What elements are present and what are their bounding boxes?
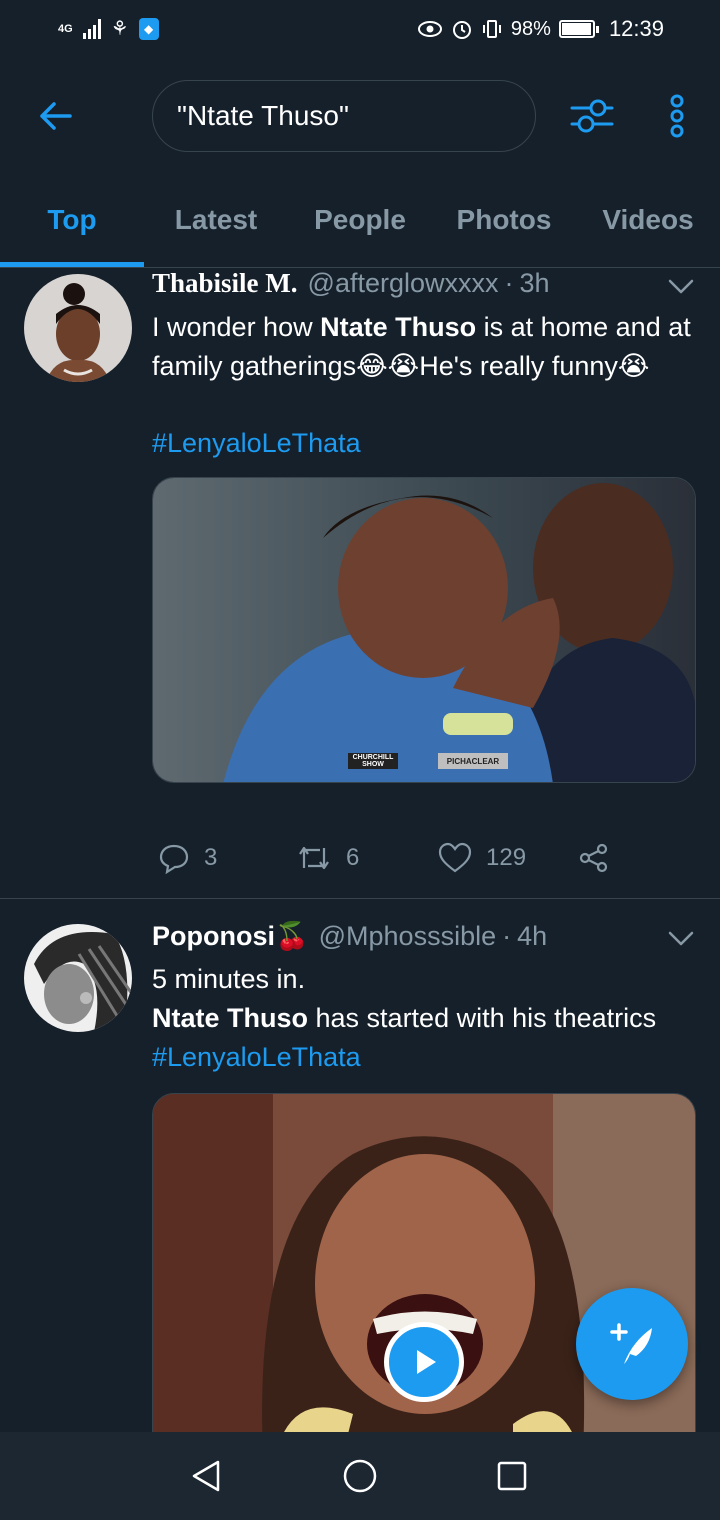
- sync-icon: ⚘: [110, 18, 129, 40]
- search-header: [0, 62, 720, 172]
- retweet-count: 6: [346, 844, 360, 871]
- tweet-text: I wonder how Ntate Thuso is at home and …: [152, 308, 696, 386]
- author-handle[interactable]: @afterglowxxxx: [308, 268, 499, 299]
- battery-icon: [558, 20, 599, 38]
- signal-icon: [82, 18, 101, 39]
- tab-people[interactable]: People: [288, 172, 432, 268]
- tab-photos[interactable]: Photos: [432, 172, 576, 268]
- play-button[interactable]: [384, 1322, 464, 1402]
- nav-back-icon[interactable]: [186, 1456, 226, 1496]
- tweet-divider: [0, 898, 720, 899]
- status-bar: 4G ⚘ ◆ 98% 12:39: [0, 0, 720, 62]
- chevron-down-icon[interactable]: [666, 274, 696, 298]
- retweet-button[interactable]: 6: [296, 838, 359, 878]
- author-handle[interactable]: @Mphosssible: [319, 921, 496, 952]
- text-highlight: Ntate Thuso: [320, 312, 477, 342]
- text-highlight: Ntate Thuso: [152, 1003, 309, 1033]
- filter-sliders-icon[interactable]: [566, 92, 618, 140]
- nav-recents-icon[interactable]: [492, 1456, 532, 1496]
- shield-icon: ◆: [138, 17, 159, 40]
- tab-videos[interactable]: Videos: [576, 172, 720, 268]
- reply-button[interactable]: 3: [158, 838, 217, 878]
- watermark: CHURCHILL SHOW: [350, 754, 396, 768]
- status-right: 98% 12:39: [417, 16, 664, 42]
- hashtag-link[interactable]: #LenyaloLeThata: [152, 1042, 361, 1072]
- like-count: 129: [486, 844, 527, 871]
- watermark-text: SHOW: [362, 761, 384, 768]
- avatar[interactable]: [24, 924, 132, 1032]
- avatar[interactable]: [24, 274, 132, 382]
- back-arrow-icon[interactable]: [36, 96, 76, 136]
- status-left: 4G ⚘ ◆: [58, 16, 159, 41]
- reply-icon: [159, 844, 189, 874]
- search-tabs: Top Latest People Photos Videos: [0, 172, 720, 268]
- chevron-down-icon[interactable]: [666, 926, 696, 950]
- tab-top[interactable]: Top: [0, 172, 144, 268]
- tweet[interactable]: Thabisile M. @afterglowxxxx · 3h I wonde…: [0, 268, 720, 898]
- author-name[interactable]: Thabisile M.: [152, 268, 298, 299]
- tweet-time: 3h: [519, 268, 550, 298]
- watermark: PICHACLEAR: [446, 757, 500, 766]
- tweet-text: 5 minutes in. Ntate Thuso has started wi…: [152, 960, 696, 1077]
- tweet-body: Thabisile M. @afterglowxxxx · 3h I wonde…: [152, 268, 696, 783]
- eye-icon: [417, 21, 442, 37]
- cherry-emoji: 🍒: [275, 921, 309, 951]
- tweet-actions: 3 6 129: [152, 838, 696, 878]
- network-type: 4G: [58, 22, 73, 35]
- share-button[interactable]: [578, 838, 610, 878]
- text-segment: has started with his theatrics: [308, 1003, 657, 1033]
- compose-tweet-button[interactable]: [576, 1288, 688, 1400]
- reply-count: 3: [204, 844, 218, 871]
- author-name[interactable]: Poponosi: [152, 921, 275, 952]
- separator: ·: [504, 268, 514, 298]
- text-line: Ntate Thuso has started with his theatri…: [152, 999, 696, 1077]
- alarm-icon: [452, 21, 471, 39]
- share-icon: [579, 843, 608, 873]
- separator: ·: [502, 921, 512, 951]
- clock: 12:39: [608, 16, 664, 41]
- nav-home-icon[interactable]: [340, 1456, 380, 1496]
- hashtag-link[interactable]: #LenyaloLeThata: [152, 424, 696, 463]
- feather-plus-icon: [610, 1323, 652, 1364]
- tweet-header: Thabisile M. @afterglowxxxx · 3h: [152, 268, 696, 308]
- tab-latest[interactable]: Latest: [144, 172, 288, 268]
- system-nav-bar: [0, 1432, 720, 1520]
- watermark-text: CHURCHILL: [352, 754, 394, 761]
- text-line: 5 minutes in.: [152, 964, 306, 994]
- text-segment: I wonder how: [152, 312, 321, 342]
- search-input[interactable]: [152, 80, 536, 152]
- like-button[interactable]: 129: [438, 838, 526, 878]
- tweet-time: 4h: [517, 921, 548, 951]
- retweet-icon: [299, 846, 329, 870]
- tweet-image[interactable]: CHURCHILL SHOW PICHACLEAR: [152, 477, 696, 783]
- tweet-header: Poponosi 🍒 @Mphosssible · 4h: [152, 920, 696, 960]
- vibrate-icon: [482, 20, 501, 38]
- play-icon: [417, 1350, 436, 1374]
- heart-icon: [438, 842, 472, 873]
- more-vertical-icon[interactable]: [662, 92, 692, 140]
- battery-percent: 98%: [510, 17, 551, 40]
- active-tab-indicator: [0, 262, 144, 267]
